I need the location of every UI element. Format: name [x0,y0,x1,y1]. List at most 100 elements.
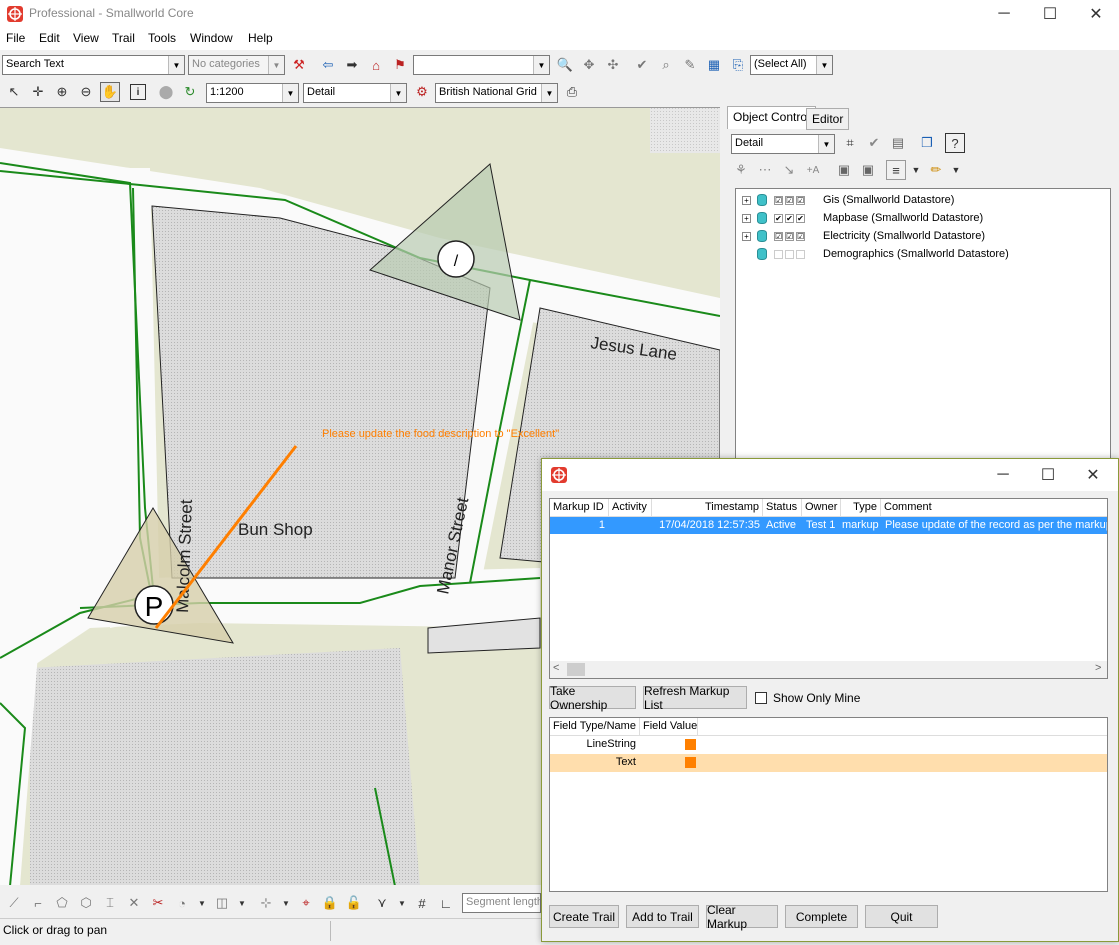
bookmark-icon[interactable]: ⚑ [390,55,410,75]
list-icon[interactable]: ≡ [886,160,906,180]
split-tool-icon[interactable]: ⋎ [372,893,392,913]
pointer-icon[interactable]: ↖ [4,82,24,102]
column-field-value[interactable]: Field Value [640,718,698,736]
menu-help[interactable]: Help [248,31,273,45]
checkbox-icon[interactable]: ☑ [774,231,783,241]
scroll-right-icon[interactable]: > [1095,662,1101,674]
menu-view[interactable]: View [73,31,99,45]
checkbox-icon[interactable]: ✔ [796,213,805,223]
help-icon[interactable]: ? [945,133,965,153]
paint-icon[interactable]: ✏ [926,160,946,180]
chevron-down-icon[interactable]: ▼ [946,160,966,180]
chevron-down-icon[interactable]: ▼ [906,160,926,180]
checkbox-icon[interactable] [774,249,783,259]
link-tool-icon[interactable]: ⋯ [755,160,775,180]
table-icon[interactable]: ▤ [888,133,908,153]
chevron-down-icon[interactable]: ▼ [232,893,252,913]
checkbox-icon[interactable] [796,249,805,259]
dialog-maximize-button[interactable]: ☐ [1025,461,1071,489]
field-color-swatch[interactable] [685,739,696,750]
selection-filter-select[interactable]: (Select All) ▼ [750,55,833,75]
chevron-down-icon[interactable]: ▼ [192,893,212,913]
add-to-trail-button[interactable]: Add to Trail [626,905,699,928]
field-color-swatch[interactable] [685,757,696,768]
menu-trail[interactable]: Trail [112,31,135,45]
tree-item-gis[interactable]: + ☑ ☑ ☑ Gis (Smallworld Datastore) [742,191,954,209]
tree-item-demographics[interactable]: Demographics (Smallworld Datastore) [742,245,1009,263]
table-row[interactable]: Text [550,754,1107,772]
polygon-tool-icon[interactable]: ⬠ [52,893,72,913]
tree-item-electricity[interactable]: + ☑ ☑ ☑ Electricity (Smallworld Datastore) [742,227,985,245]
search-mode-select[interactable]: Search Text ▼ [2,55,185,75]
dialog-close-button[interactable]: ✕ [1070,461,1116,489]
table-row[interactable]: LineString [550,736,1107,754]
scrollbar-thumb[interactable] [567,663,585,676]
object-tool-icon[interactable]: ⚘ [731,160,751,180]
quit-button[interactable]: Quit [865,905,938,928]
back-arrow-icon[interactable]: ⇦ [318,55,338,75]
column-status[interactable]: Status [763,499,802,517]
refresh-markup-list-button[interactable]: Refresh Markup List [643,684,747,712]
dialog-minimize-button[interactable]: ─ [980,461,1026,489]
grid-snap-icon[interactable]: # [412,893,432,913]
column-markup-id[interactable]: Markup ID [550,499,609,517]
checkbox-icon[interactable]: ☑ [796,231,805,241]
zoom-search-icon[interactable]: 🔍 [555,55,575,75]
arc-tool-icon[interactable]: ◔ [172,893,192,913]
expand-icon[interactable]: + [742,231,751,241]
horizontal-scrollbar[interactable]: < > [550,661,1107,678]
delete-node-icon[interactable]: ✕ [124,893,144,913]
menu-window[interactable]: Window [190,31,233,45]
clear-markup-button[interactable]: Clear Markup [706,903,778,931]
refresh-icon[interactable]: ↻ [180,82,200,102]
column-field-type[interactable]: Field Type/Name [550,718,640,736]
checkbox-icon[interactable]: ☑ [796,195,805,205]
rect-tool-icon[interactable]: ◫ [212,893,232,913]
view-mode-select[interactable]: Detail ▼ [303,83,407,103]
node-tool-icon[interactable]: ⌶ [100,893,120,913]
add-text-icon[interactable]: +A [803,160,823,180]
binoculars-icon[interactable]: ⌗ [840,133,860,153]
angle-tool-icon[interactable]: ∟ [436,893,456,913]
inspect-tool-icon[interactable]: ⌕ [656,55,676,75]
take-ownership-button[interactable]: Take Ownership [549,684,636,712]
stack-alt-icon[interactable]: ▣ [858,160,878,180]
maximize-button[interactable]: ☐ [1027,0,1073,28]
zoom-in-icon[interactable]: ⊕ [52,82,72,102]
deselect-tool-icon[interactable]: ✣ [603,55,623,75]
menu-tools[interactable]: Tools [148,31,176,45]
tab-object-control[interactable]: Object Control [727,106,816,129]
unlock-tool-icon[interactable]: 🔓 [344,893,364,913]
snap-tool-icon[interactable]: ⊹ [256,893,276,913]
show-only-mine-checkbox[interactable] [755,692,767,704]
checkbox-icon[interactable]: ☑ [774,195,783,205]
coordinate-system-icon[interactable]: ⚙ [412,82,432,102]
grid-tool-icon[interactable]: ▦ [704,55,724,75]
field-list[interactable]: Field Type/Name Field Value LineString T… [549,717,1108,892]
stop-icon[interactable]: ⬤ [156,82,176,102]
find-tool-icon[interactable]: ⚒ [289,55,309,75]
checkbox-icon[interactable]: ✔ [785,213,794,223]
cut-tool-icon[interactable]: ✂ [148,893,168,913]
checkbox-icon[interactable]: ✔ [774,213,783,223]
zoom-out-icon[interactable]: ⊖ [76,82,96,102]
object-view-select[interactable]: Detail ▼ [731,134,835,154]
info-icon[interactable]: i [130,84,146,100]
minimize-button[interactable]: ─ [981,0,1027,28]
pan-hand-icon[interactable]: ✋ [100,82,120,102]
line-tool-icon[interactable]: ⟋ [4,893,24,913]
forward-arrow-icon[interactable]: ➡ [342,55,362,75]
shape-tool-icon[interactable]: ⬡ [76,893,96,913]
complete-button[interactable]: Complete [785,905,858,928]
layers-icon[interactable]: ❒ [917,133,937,153]
check-icon[interactable]: ✔ [864,133,884,153]
close-button[interactable]: ✕ [1073,0,1119,28]
chevron-down-icon[interactable]: ▼ [392,893,412,913]
menu-file[interactable]: File [6,31,25,45]
location-select[interactable]: ▼ [413,55,550,75]
column-activity[interactable]: Activity [609,499,652,517]
markup-text[interactable]: Please update the food description to "E… [322,428,559,440]
tab-editor[interactable]: Editor [806,108,850,130]
polyline-tool-icon[interactable]: ⌐ [28,893,48,913]
create-trail-button[interactable]: Create Trail [549,905,619,928]
